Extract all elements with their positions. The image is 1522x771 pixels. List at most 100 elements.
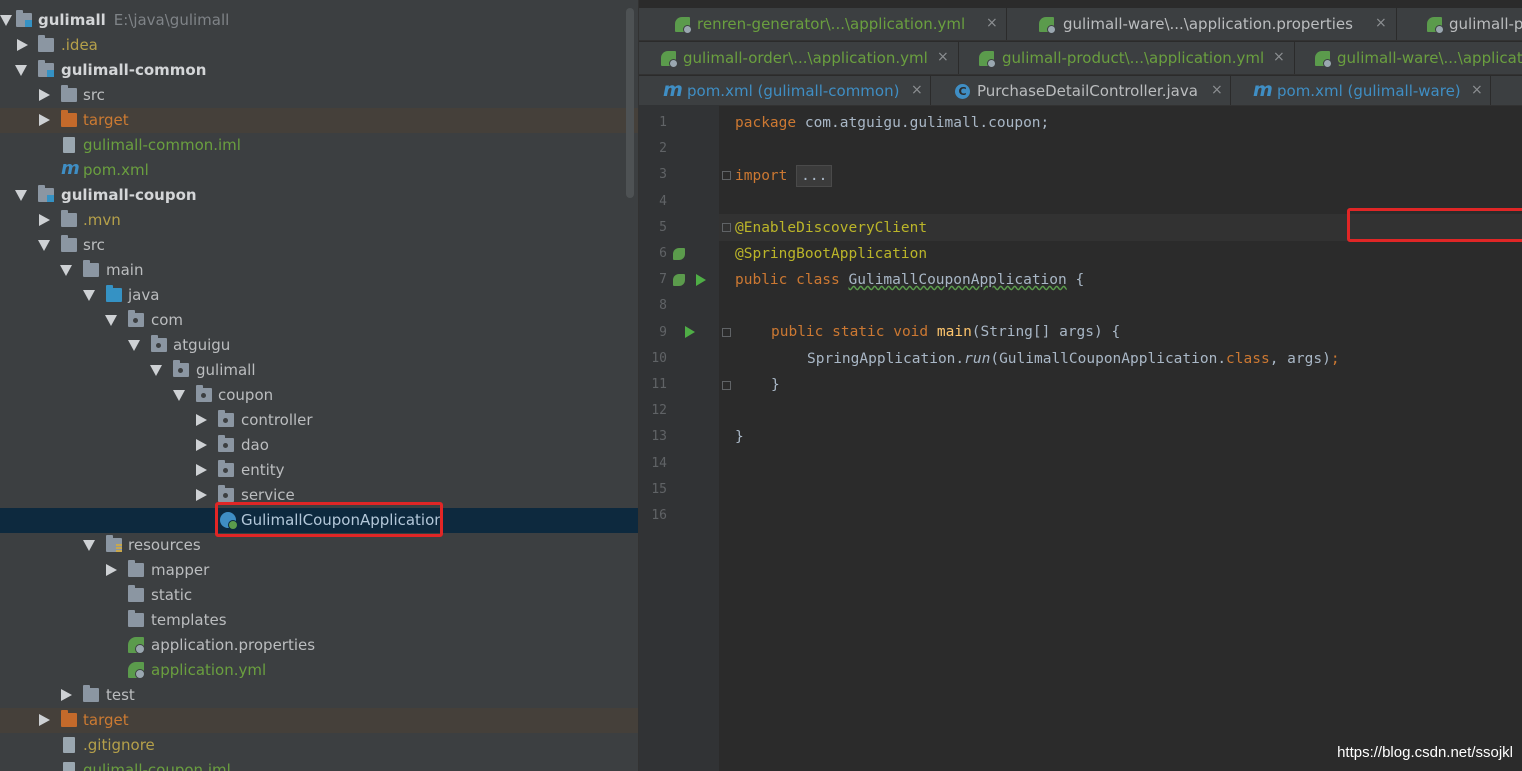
code-line-15[interactable]: }: [735, 427, 744, 447]
editor-panel[interactable]: renren-generator\...\application.yml × g…: [638, 0, 1522, 771]
tab-pom-ware[interactable]: m pom.xml (gulimall-ware) ×: [1231, 76, 1491, 105]
tree-row-test[interactable]: test: [0, 683, 638, 708]
expand-arrow-icon[interactable]: [39, 114, 50, 126]
excluded-folder-icon: [61, 110, 77, 127]
tree-row-entity[interactable]: entity: [0, 458, 638, 483]
collapse-arrow-icon[interactable]: [60, 265, 72, 276]
run-main-icon[interactable]: [685, 326, 695, 338]
spring-bean-icon[interactable]: [673, 274, 685, 286]
spring-config-icon: [128, 637, 145, 654]
tab-renren-generator-yml[interactable]: renren-generator\...\application.yml ×: [639, 8, 1007, 40]
brace-close: }: [771, 377, 780, 393]
run-class-icon[interactable]: [696, 274, 706, 286]
tree-row-mvn[interactable]: .mvn: [0, 208, 638, 233]
folder-icon: [128, 610, 144, 627]
spring-bean-icon[interactable]: [673, 248, 685, 260]
highlight-box-app-class: [215, 502, 443, 537]
expand-arrow-icon[interactable]: [39, 714, 50, 726]
expand-arrow-icon[interactable]: [196, 414, 207, 426]
tree-row-resources[interactable]: resources: [0, 533, 638, 558]
collapse-arrow-icon[interactable]: [0, 15, 12, 26]
expand-arrow-icon[interactable]: [196, 439, 207, 451]
tab-pom-common[interactable]: m pom.xml (gulimall-common) ×: [639, 76, 931, 105]
spring-application: SpringApplication.: [807, 351, 965, 367]
expand-arrow-icon[interactable]: [196, 489, 207, 501]
tab-ware-yml-truncated[interactable]: gulimall-ware\...\applicati: [1295, 42, 1522, 74]
tree-row-templates[interactable]: templates: [0, 608, 638, 633]
tree-row-mapper[interactable]: mapper: [0, 558, 638, 583]
tab-ware-properties[interactable]: gulimall-ware\...\application.properties…: [1007, 8, 1397, 40]
tab-label: gulimall-ware\...\application.properties: [1063, 15, 1353, 33]
tree-row-src[interactable]: src: [0, 233, 638, 258]
collapse-arrow-icon[interactable]: [173, 390, 185, 401]
code-line-7[interactable]: @EnableDiscoveryClient: [735, 218, 927, 238]
collapse-arrow-icon[interactable]: [15, 65, 27, 76]
tab-product-truncated[interactable]: gulimall-p: [1397, 8, 1522, 40]
tree-row-app-properties[interactable]: application.properties: [0, 633, 638, 658]
code-line-9[interactable]: public class GulimallCouponApplication {: [735, 270, 1084, 290]
code-line-3[interactable]: import ...: [735, 165, 833, 187]
method-main: main: [936, 324, 972, 340]
tree-row-com[interactable]: com: [0, 308, 638, 333]
code-line-12[interactable]: SpringApplication.run(GulimallCouponAppl…: [807, 349, 1340, 369]
tree-scrollbar[interactable]: [626, 8, 634, 198]
module-folder-icon: [16, 10, 32, 27]
code-line-13[interactable]: }: [771, 375, 780, 395]
expand-arrow-icon[interactable]: [196, 464, 207, 476]
tree-row-root[interactable]: gulimall E:\java\gulimall: [0, 8, 638, 33]
close-icon[interactable]: ×: [937, 49, 949, 65]
fold-import-icon[interactable]: [722, 171, 731, 180]
tree-row-java[interactable]: java: [0, 283, 638, 308]
close-icon[interactable]: ×: [911, 82, 923, 98]
expand-arrow-icon[interactable]: [106, 564, 117, 576]
tree-label-static: static: [151, 586, 193, 604]
expand-arrow-icon[interactable]: [39, 214, 50, 226]
fold-method-end-icon[interactable]: [722, 381, 731, 390]
close-icon[interactable]: ×: [1211, 82, 1223, 98]
tree-row-common-module[interactable]: gulimall-common: [0, 58, 638, 83]
tree-row-coupon-iml[interactable]: gulimall-coupon.iml: [0, 758, 638, 771]
tab-purchase-detail-controller[interactable]: C PurchaseDetailController.java ×: [931, 76, 1231, 105]
tree-row-coupon-target[interactable]: target: [0, 708, 638, 733]
tree-row-common-pom[interactable]: m pom.xml: [0, 158, 638, 183]
collapse-arrow-icon[interactable]: [15, 190, 27, 201]
close-icon[interactable]: ×: [986, 15, 998, 31]
collapse-arrow-icon[interactable]: [105, 315, 117, 326]
close-icon[interactable]: ×: [1471, 82, 1483, 98]
code-line-1[interactable]: package com.atguigu.gulimall.coupon;: [735, 113, 1049, 133]
tab-label: gulimall-order\...\application.yml: [683, 49, 928, 67]
tree-row-main[interactable]: main: [0, 258, 638, 283]
close-icon[interactable]: ×: [1375, 15, 1387, 31]
tree-row-coupon-pkg[interactable]: coupon: [0, 383, 638, 408]
tree-row-dao[interactable]: dao: [0, 433, 638, 458]
tree-row-idea[interactable]: .idea: [0, 33, 638, 58]
collapse-arrow-icon[interactable]: [83, 540, 95, 551]
collapse-arrow-icon[interactable]: [83, 290, 95, 301]
fold-annotations-icon[interactable]: [722, 223, 731, 232]
expand-arrow-icon[interactable]: [17, 39, 28, 51]
code-line-8[interactable]: @SpringBootApplication: [735, 244, 927, 264]
tree-row-coupon-module[interactable]: gulimall-coupon: [0, 183, 638, 208]
collapse-arrow-icon[interactable]: [38, 240, 50, 251]
tree-row-common-iml[interactable]: gulimall-common.iml: [0, 133, 638, 158]
expand-arrow-icon[interactable]: [39, 89, 50, 101]
tree-row-atguigu[interactable]: atguigu: [0, 333, 638, 358]
tab-product-yml[interactable]: gulimall-product\...\application.yml ×: [959, 42, 1295, 74]
project-tree-panel[interactable]: gulimall E:\java\gulimall .idea gulimall-…: [0, 0, 638, 771]
code-line-11[interactable]: public static void main(String[] args) {: [771, 322, 1120, 342]
tree-row-common-src[interactable]: src: [0, 83, 638, 108]
tree-row-static[interactable]: static: [0, 583, 638, 608]
tree-row-common-target[interactable]: target: [0, 108, 638, 133]
tree-row-gulimall-pkg[interactable]: gulimall: [0, 358, 638, 383]
close-icon[interactable]: ×: [1273, 49, 1285, 65]
fold-method-icon[interactable]: [722, 328, 731, 337]
tree-row-gitignore[interactable]: .gitignore: [0, 733, 638, 758]
collapse-arrow-icon[interactable]: [150, 365, 162, 376]
expand-arrow-icon[interactable]: [61, 689, 72, 701]
tab-row-1: renren-generator\...\application.yml × g…: [639, 8, 1522, 41]
tree-row-controller[interactable]: controller: [0, 408, 638, 433]
folded-imports[interactable]: ...: [796, 165, 833, 187]
collapse-arrow-icon[interactable]: [128, 340, 140, 351]
tab-order-yml[interactable]: gulimall-order\...\application.yml ×: [639, 42, 959, 74]
tree-row-app-yml[interactable]: application.yml: [0, 658, 638, 683]
